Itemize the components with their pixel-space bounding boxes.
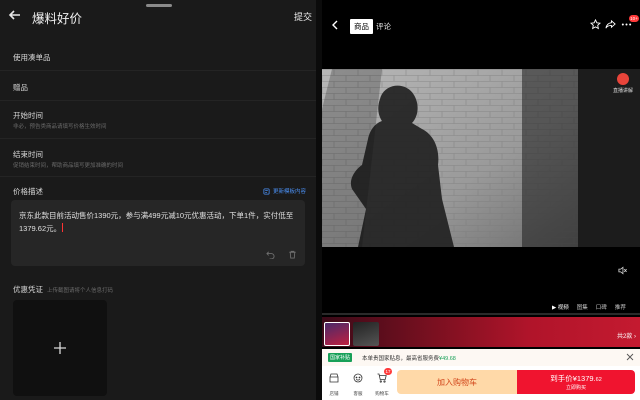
field-end-time[interactable]: 结束时间 [13, 149, 43, 160]
header: 爆料好价 提交 [0, 0, 316, 34]
screen: 爆料好价 提交 使用凑单品 赠品 开始时间 非必，预告类商品请填写价格生效时间 … [0, 0, 640, 400]
template-icon [263, 187, 270, 195]
buy-now-label: 立即购买 [565, 385, 586, 391]
price-description-input[interactable]: 京东此款目前活动售价1390元，参与满499元减10元优惠活动，下单1件，实付低… [11, 200, 305, 266]
final-price-cents: 62 [595, 377, 602, 383]
divider [0, 176, 316, 177]
field-gifts[interactable]: 赠品 [13, 82, 28, 93]
cart-count-badge: 17 [384, 368, 392, 375]
price-desc-label: 价格描述 [13, 187, 43, 196]
media-tab-reputation[interactable]: 口碑 [596, 303, 607, 311]
media-tab-recommend[interactable]: 推荐 [615, 303, 626, 311]
subsidy-message: 本单贵国家贴息，最高省服务费 [362, 356, 440, 362]
text-cursor [62, 223, 64, 232]
nav-store-label: 店铺 [329, 391, 339, 396]
nav-service[interactable]: 客服 [346, 370, 370, 397]
product-photo[interactable] [322, 69, 578, 247]
back-icon[interactable] [330, 20, 340, 30]
media-tab-video[interactable]: ▶ 视频 [552, 303, 569, 311]
voucher-row: 优惠凭证 上传截图请将个人信息打码 [13, 284, 113, 295]
submit-button[interactable]: 提交 [294, 10, 312, 23]
upload-voucher-button[interactable] [13, 300, 107, 396]
message-badge: 10+ [629, 15, 639, 22]
store-icon [329, 373, 339, 383]
final-price: 到手价¥1379.62 [517, 374, 635, 385]
variant-thumbnail[interactable] [353, 322, 379, 346]
nav-cart-label: 购物车 [375, 391, 389, 396]
page-title: 爆料好价 [32, 12, 83, 26]
variant-count[interactable]: 共2款 › [617, 331, 636, 340]
plus-icon [54, 342, 66, 354]
undo-icon[interactable] [266, 250, 275, 259]
subsidy-tag: 国家补贴 [328, 353, 353, 362]
brick-wall-shadow-image [322, 69, 578, 247]
tab-reviews[interactable]: 评论 [376, 21, 391, 32]
share-icon[interactable] [605, 19, 616, 30]
bottom-action-bar: 店铺 客服 购物车 17 加入购物车 到手价¥1379.62 立即购买 [322, 366, 640, 400]
add-to-cart-button[interactable]: 加入购物车 [397, 370, 517, 394]
live-explain-icon [617, 73, 629, 85]
voucher-hint: 上传截图请将个人信息打码 [47, 288, 114, 294]
divider [0, 100, 316, 101]
deal-submit-panel: 爆料好价 提交 使用凑单品 赠品 开始时间 非必，预告类商品请填写价格生效时间 … [0, 0, 316, 400]
voucher-label: 优惠凭证 [13, 285, 43, 294]
variant-count-label: 共2款 [616, 334, 633, 340]
close-icon[interactable] [626, 353, 634, 361]
regenerate-template-link[interactable]: 更新模板内容 [263, 187, 306, 195]
subsidy-notice: 国家补贴 本单贵国家贴息，最高省服务费¥49.68 [322, 349, 640, 366]
photo-side-strip [578, 69, 640, 247]
live-explain-button[interactable]: 直播讲解 [611, 73, 635, 94]
nav-store[interactable]: 店铺 [322, 370, 346, 397]
price-description-text: 京东此款目前活动售价1390元，参与满499元减10元优惠活动，下单1件，实付低… [19, 209, 295, 235]
nav-service-label: 客服 [353, 391, 363, 396]
subsidy-text: 本单贵国家贴息，最高省服务费¥49.68 [362, 354, 456, 362]
favorite-star-icon[interactable] [590, 19, 601, 30]
media-tab-gallery[interactable]: 图集 [577, 303, 588, 311]
subsidy-amount: ¥49.68 [439, 356, 456, 362]
divider [0, 138, 316, 139]
variant-thumbnail[interactable] [324, 322, 350, 346]
field-bundle-items[interactable]: 使用凑单品 [13, 52, 51, 63]
end-time-hint: 促销结束时间，帮助商品填写更加准确的时间 [13, 163, 124, 169]
product-header: 商品 评论 10+ [322, 0, 640, 52]
nav-cart[interactable]: 购物车 17 [370, 368, 394, 397]
divider [0, 70, 316, 71]
service-icon [353, 373, 363, 383]
description-value: 京东此款目前活动售价1390元，参与满499元减10元优惠活动，下单1件，实付低… [19, 211, 294, 233]
live-explain-label: 直播讲解 [612, 88, 633, 94]
media-tabs: ▶ 视频 图集 口碑 推荐 [552, 303, 626, 311]
trash-icon[interactable] [288, 250, 297, 259]
media-tab-video-label: 视频 [557, 305, 569, 311]
product-page: 商品 评论 10+ 直播讲解 ▶ 视频 图集 口碑 推荐 共2款 › 国家补贴 … [322, 0, 640, 400]
mute-icon[interactable] [618, 266, 627, 275]
regenerate-label: 更新模板内容 [272, 189, 306, 195]
start-time-hint: 非必，预告类商品请填写价格生效时间 [13, 124, 107, 130]
field-start-time[interactable]: 开始时间 [13, 110, 43, 121]
final-price-main: 到手价¥1379. [550, 374, 596, 383]
buy-now-button[interactable]: 到手价¥1379.62 立即购买 [517, 370, 635, 394]
back-arrow-icon[interactable] [8, 8, 22, 22]
media-progress-bar [322, 313, 640, 315]
tab-goods[interactable]: 商品 [350, 19, 373, 34]
